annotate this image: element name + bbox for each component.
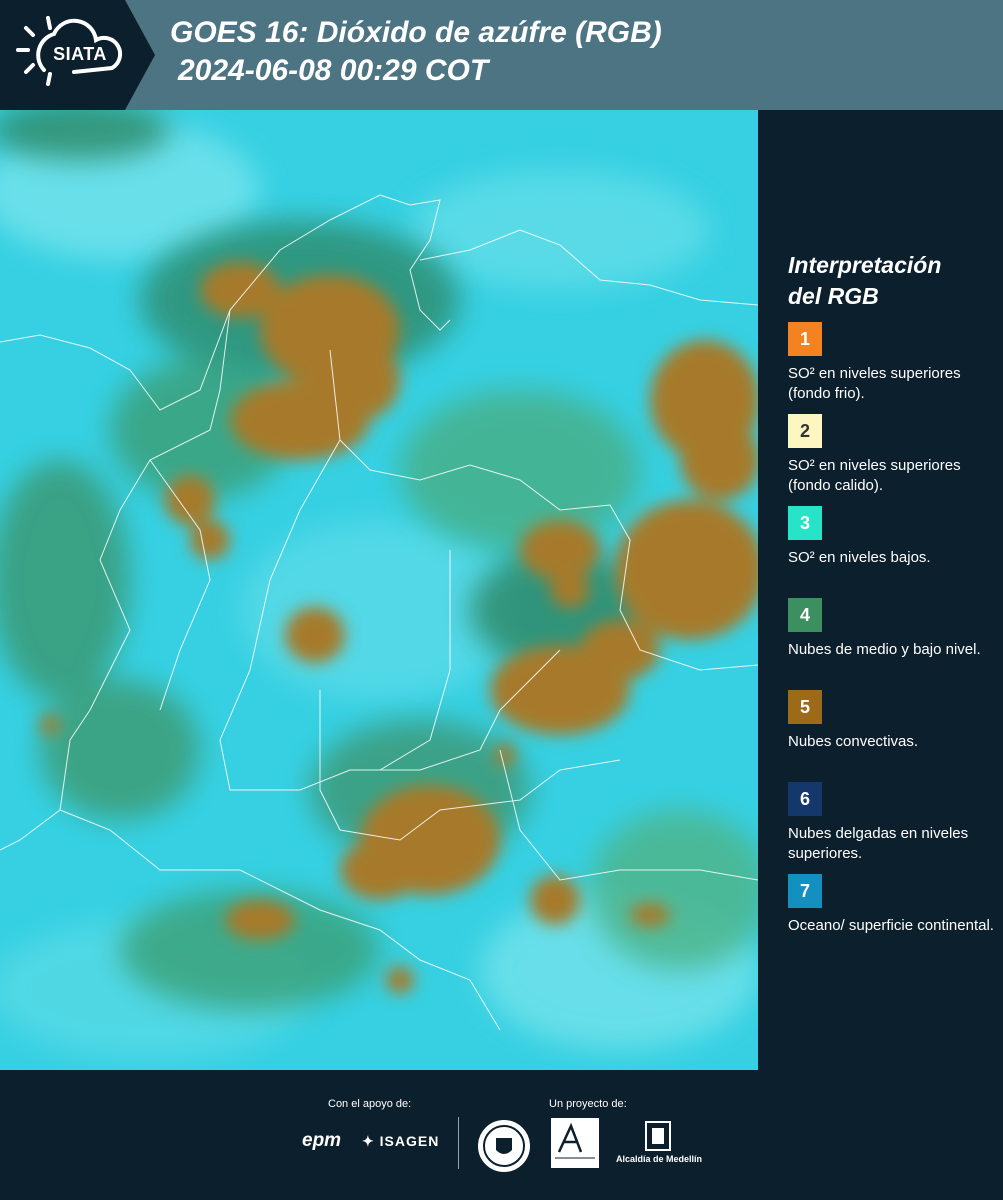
legend-swatch: 1 — [788, 322, 822, 356]
area-metropolitana-logo[interactable] — [551, 1118, 599, 1168]
epm-logo[interactable]: epm — [302, 1130, 341, 1152]
legend-item-1: 1 SO² en niveles superiores (fondo frio). — [788, 322, 998, 414]
legend-items: 1 SO² en niveles superiores (fondo frio).… — [788, 322, 998, 966]
legend-description: SO² en niveles superiores (fondo calido)… — [788, 457, 961, 494]
isagen-logo[interactable]: ✦ ISAGEN — [362, 1133, 439, 1150]
legend-description: SO² en niveles superiores (fondo frio). — [788, 365, 961, 402]
legend-description: SO² en niveles bajos. — [788, 549, 931, 566]
legend-description: Nubes delgadas en niveles superiores. — [788, 825, 969, 862]
legend-item-4: 4 Nubes de medio y bajo nivel. — [788, 598, 998, 690]
legend-description: Nubes convectivas. — [788, 733, 919, 750]
logo-text: SIATA — [53, 44, 107, 64]
legend-swatch: 7 — [788, 874, 822, 908]
legend-item-7: 7 Oceano/ superficie continental. — [788, 874, 998, 966]
footer-divider — [458, 1117, 459, 1169]
legend-swatch: 6 — [788, 782, 822, 816]
legend-title-line-2: del RGB — [788, 283, 879, 309]
legend-swatch: 2 — [788, 414, 822, 448]
seal-icon — [483, 1125, 525, 1167]
header: SIATA GOES 16: Dióxido de azúfre (RGB) 2… — [0, 0, 1003, 110]
legend-item-5: 5 Nubes convectivas. — [788, 690, 998, 782]
legend-description: Nubes de medio y bajo nivel. — [788, 641, 981, 658]
legend-description: Oceano/ superficie continental. — [788, 917, 994, 934]
title-line-2: 2024-06-08 00:29 COT — [178, 54, 489, 87]
legend-item-6: 6 Nubes delgadas en niveles superiores. — [788, 782, 998, 874]
alcaldia-shield-icon — [645, 1121, 671, 1151]
medellin-seal-logo[interactable] — [478, 1120, 530, 1172]
legend-item-2: 2 SO² en niveles superiores (fondo calido… — [788, 414, 998, 506]
support-label: Con el apoyo de: — [328, 1098, 412, 1110]
legend-swatch: 3 — [788, 506, 822, 540]
satellite-map[interactable] — [0, 110, 758, 1070]
footer: Con el apoyo de: Un proyecto de: epm ✦ I… — [0, 1070, 1003, 1200]
legend-swatch: 4 — [788, 598, 822, 632]
siata-logo[interactable]: SIATA — [0, 0, 155, 110]
page-title: GOES 16: Dióxido de azúfre (RGB) 2024-06… — [170, 14, 662, 90]
legend-swatch: 5 — [788, 690, 822, 724]
legend-title-line-1: Interpretación — [788, 252, 942, 278]
legend-item-3: 3 SO² en niveles bajos. — [788, 506, 998, 598]
area-metropolitana-icon — [555, 1122, 595, 1159]
legend: Interpretación del RGB 1 SO² en niveles s… — [788, 250, 998, 966]
isagen-star-icon: ✦ — [362, 1133, 375, 1149]
satellite-image — [0, 110, 758, 1070]
alcaldia-text: Alcaldía de Medellín — [615, 1154, 703, 1164]
title-line-1: GOES 16: Dióxido de azúfre (RGB) — [170, 16, 662, 49]
project-label: Un proyecto de: — [549, 1098, 627, 1110]
legend-title: Interpretación del RGB — [788, 250, 998, 312]
isagen-text: ISAGEN — [379, 1133, 440, 1149]
alcaldia-logo[interactable]: Alcaldía de Medellín — [614, 1118, 704, 1168]
